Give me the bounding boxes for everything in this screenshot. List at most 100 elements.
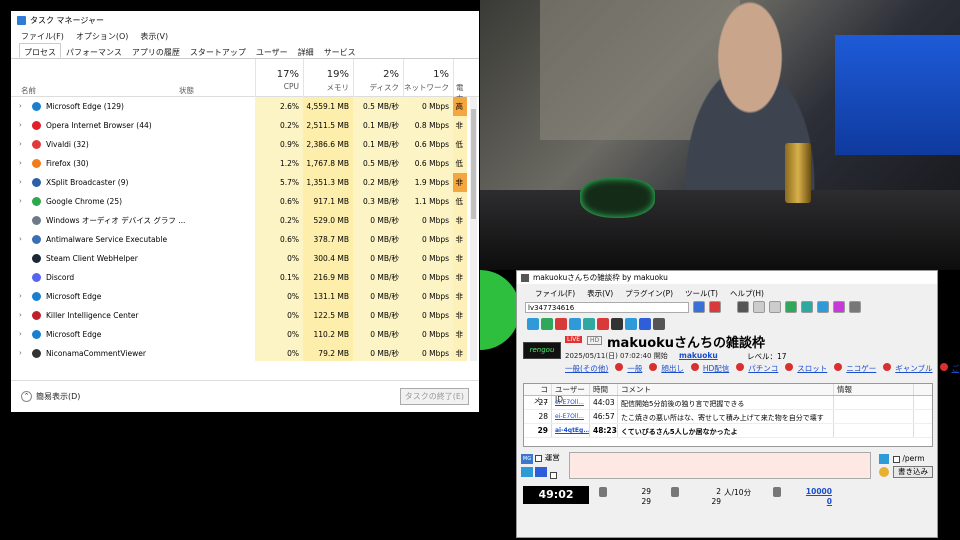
- tag-encyclopedia-icon[interactable]: [649, 363, 658, 371]
- column-user-id[interactable]: ユーザーID: [552, 384, 590, 404]
- perm-checkbox[interactable]: [893, 455, 900, 463]
- perm-option[interactable]: /perm: [893, 454, 925, 463]
- service-icon-10[interactable]: [653, 318, 665, 330]
- process-row[interactable]: › Microsoft Edge (129) 2.6% 4,559.1 MB 0.5 M…: [11, 97, 479, 116]
- process-row[interactable]: Discord 0.1% 216.9 MB 0 MB/秒 0 Mbps 非: [11, 268, 479, 287]
- tag-encyclopedia-icon[interactable]: [736, 363, 745, 371]
- points-sub-link[interactable]: 0: [796, 497, 832, 506]
- smiley-icon[interactable]: [879, 467, 889, 477]
- process-row[interactable]: › Google Chrome (25) 0.6% 917.1 MB 0.3 MB/秒 1…: [11, 192, 479, 211]
- comment-row[interactable]: 28 ei-E7Oll... 46:57 たこ焼きの悪い所はな、寄せして積み上げて来た…: [524, 410, 932, 424]
- tab-users[interactable]: ユーザー: [251, 43, 293, 58]
- broadcaster-link[interactable]: makuoku: [679, 351, 718, 360]
- program-tag[interactable]: ニコゲー: [846, 363, 876, 374]
- fewer-details-button[interactable]: ⌃ 簡易表示(D): [21, 391, 80, 402]
- tag-encyclopedia-icon[interactable]: [615, 363, 624, 371]
- tool-icon[interactable]: [817, 301, 829, 313]
- menu-file[interactable]: ファイル(F): [21, 31, 64, 42]
- gear-icon[interactable]: [849, 301, 861, 313]
- program-tag[interactable]: 顔出し: [661, 363, 684, 374]
- chevron-right-icon[interactable]: ›: [19, 135, 27, 154]
- end-task-button[interactable]: タスクの終了(E): [399, 388, 469, 405]
- process-row[interactable]: › Antimalware Service Executable 0.6% 378.7…: [11, 230, 479, 249]
- tab-services[interactable]: サービス: [319, 43, 361, 58]
- process-row[interactable]: › NiconamaCommentViewer 0% 79.2 MB 0 MB/秒 0 M…: [11, 344, 479, 361]
- menu-options[interactable]: オプション(O): [76, 31, 129, 42]
- refresh-icon[interactable]: [737, 301, 749, 313]
- viewer-menu-view[interactable]: 表示(V): [587, 288, 613, 299]
- comment-row[interactable]: 29 ai-4qtEg... 48:23 くていびるさん5人しか居なかったよ: [524, 424, 932, 438]
- column-comment-no[interactable]: コメ...: [524, 384, 552, 405]
- chevron-right-icon[interactable]: ›: [19, 306, 27, 325]
- process-list-scrollbar[interactable]: [470, 97, 477, 361]
- service-icon-4[interactable]: [569, 318, 581, 330]
- live-id-input[interactable]: lv347734616: [525, 301, 689, 313]
- viewer-menu-help[interactable]: ヘルプ(H): [730, 288, 764, 299]
- task-manager-titlebar[interactable]: タスク マネージャー: [11, 11, 479, 29]
- format-icon[interactable]: [879, 454, 889, 464]
- comment-input[interactable]: [569, 452, 871, 479]
- connect-icon[interactable]: [693, 301, 705, 313]
- write-button[interactable]: 書き込み: [893, 466, 933, 478]
- column-comment[interactable]: コメント: [618, 384, 834, 395]
- process-row[interactable]: › Opera Internet Browser (44) 0.2% 2,511.5 …: [11, 116, 479, 135]
- column-time[interactable]: 時間: [590, 384, 618, 395]
- column-name[interactable]: 名前: [21, 85, 36, 96]
- option-checkbox[interactable]: [549, 471, 557, 479]
- tab-app-history[interactable]: アプリの履歴: [127, 43, 185, 58]
- service-icon-5[interactable]: [583, 318, 595, 330]
- comment-user-id[interactable]: ai-4qtEg...: [555, 427, 589, 434]
- service-icon-7[interactable]: [611, 318, 623, 330]
- tab-details[interactable]: 詳細: [293, 43, 319, 58]
- program-tag[interactable]: ギャンブル: [895, 363, 932, 374]
- comment-row[interactable]: 27 ei-E7Oll... 44:03 配信開始5分前後の独り言で把握できる: [524, 396, 932, 410]
- process-row[interactable]: › Microsoft Edge 0% 110.2 MB 0 MB/秒 0 Mbps 非: [11, 325, 479, 344]
- service-icon-3[interactable]: [555, 318, 567, 330]
- column-status[interactable]: 状態: [179, 85, 194, 96]
- column-cpu[interactable]: 17% CPU: [255, 59, 303, 97]
- chevron-right-icon[interactable]: ›: [19, 154, 27, 173]
- process-row[interactable]: › Vivaldi (32) 0.9% 2,386.6 MB 0.1 MB/秒 0.6 M…: [11, 135, 479, 154]
- comment-user-id[interactable]: ei-E7Oll...: [555, 413, 584, 420]
- process-row[interactable]: › XSplit Broadcaster (9) 5.7% 1,351.3 MB 0.2…: [11, 173, 479, 192]
- process-row[interactable]: Windows オーディオ デバイス グラフ ... 0.2% 529.0 MB 0 …: [11, 211, 479, 230]
- tab-processes[interactable]: プロセス: [19, 43, 61, 58]
- comment-user-id[interactable]: ei-E7Oll...: [555, 399, 584, 406]
- process-row[interactable]: › Firefox (30) 1.2% 1,767.8 MB 0.5 MB/秒 0.6 M…: [11, 154, 479, 173]
- chevron-right-icon[interactable]: ›: [19, 116, 27, 135]
- column-disk[interactable]: 2% ディスク: [353, 59, 403, 97]
- service-icon-6[interactable]: [597, 318, 609, 330]
- chevron-right-icon[interactable]: ›: [19, 344, 27, 361]
- points-link[interactable]: 10000: [796, 487, 832, 496]
- viewer-menu-plugin[interactable]: プラグイン(P): [625, 288, 673, 299]
- program-tag[interactable]: HD配信: [703, 363, 729, 374]
- list-icon[interactable]: [521, 467, 533, 477]
- scrollbar-thumb[interactable]: [471, 109, 476, 219]
- service-icon-2[interactable]: [541, 318, 553, 330]
- service-icon-9[interactable]: [639, 318, 651, 330]
- program-tag[interactable]: スロット: [797, 363, 827, 374]
- process-row[interactable]: › Killer Intelligence Center 0% 122.5 MB 0 M…: [11, 306, 479, 325]
- process-row[interactable]: Steam Client WebHelper 0% 300.4 MB 0 MB/秒 0 …: [11, 249, 479, 268]
- process-row[interactable]: › Microsoft Edge 0% 131.1 MB 0 MB/秒 0 Mbps 非: [11, 287, 479, 306]
- chevron-right-icon[interactable]: ›: [19, 287, 27, 306]
- program-tag[interactable]: 一般: [627, 363, 642, 374]
- service-icon-8[interactable]: [625, 318, 637, 330]
- disconnect-icon[interactable]: [709, 301, 721, 313]
- tag-encyclopedia-icon[interactable]: [883, 363, 892, 371]
- column-memory[interactable]: 19% メモリ: [303, 59, 353, 97]
- chevron-right-icon[interactable]: ›: [19, 173, 27, 192]
- operator-checkbox[interactable]: [535, 454, 543, 462]
- menu-icon[interactable]: [535, 467, 548, 477]
- program-tag[interactable]: 一般(その他): [565, 363, 608, 374]
- program-tag[interactable]: パチンコ: [748, 363, 778, 374]
- mg-icon[interactable]: MG: [521, 454, 533, 464]
- tag-encyclopedia-icon[interactable]: [690, 363, 699, 371]
- plugin-icon[interactable]: [833, 301, 845, 313]
- tab-performance[interactable]: パフォーマンス: [61, 43, 127, 58]
- viewer-menu-file[interactable]: ファイル(F): [535, 288, 575, 299]
- column-info[interactable]: 情報: [834, 384, 914, 395]
- user-icon[interactable]: [801, 301, 813, 313]
- comment-viewer-titlebar[interactable]: makuokuさんちの雑談枠 by makuoku: [517, 271, 937, 284]
- chevron-right-icon[interactable]: ›: [19, 230, 27, 249]
